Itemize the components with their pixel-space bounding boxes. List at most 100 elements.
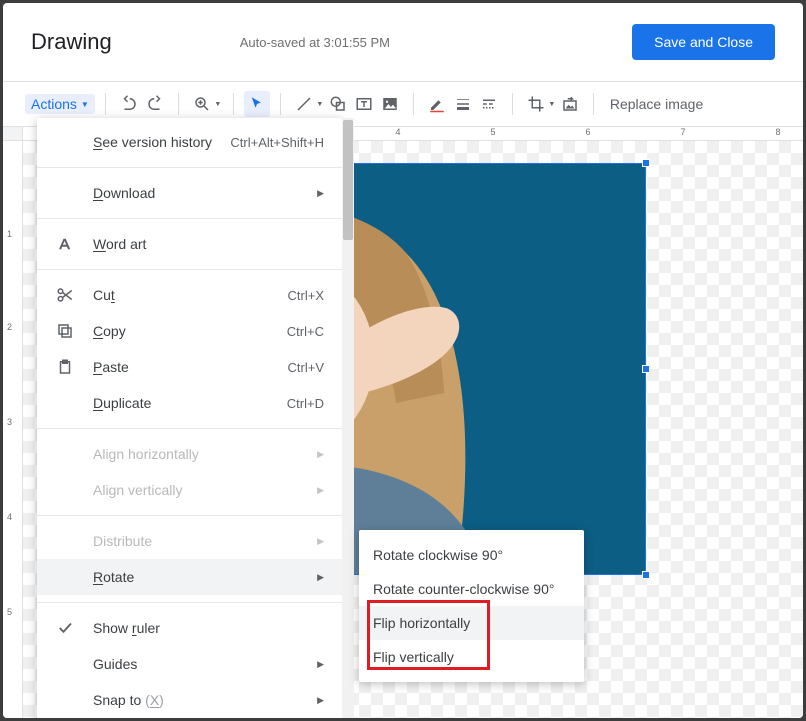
ruler-corner [3,127,23,141]
toolbar-separator [512,93,513,115]
submenu-arrow-icon: ▶ [317,572,324,583]
menu-separator [37,515,342,516]
border-weight-icon[interactable] [450,91,476,117]
ruler-tick: 3 [7,417,12,427]
menu-word-art[interactable]: Word art [37,226,342,262]
menu-download[interactable]: Download ▶ [37,175,342,211]
actions-menu: See version history Ctrl+Alt+Shift+H Dow… [37,118,342,718]
scissors-icon [55,285,75,305]
dialog-header: Drawing Auto-saved at 3:01:55 PM Save an… [3,3,803,81]
toolbar-separator [178,93,179,115]
submenu-arrow-icon: ▶ [317,449,324,460]
menu-label: Guides [93,656,137,672]
menu-version-history[interactable]: See version history Ctrl+Alt+Shift+H [37,124,342,160]
menu-separator [37,218,342,219]
select-tool-icon[interactable] [244,91,270,117]
submenu-rotate-cw[interactable]: Rotate clockwise 90° [359,538,584,572]
save-and-close-button[interactable]: Save and Close [632,24,775,60]
ruler-tick: 2 [7,322,12,332]
replace-image-button[interactable]: Replace image [610,96,703,112]
submenu-arrow-icon: ▶ [317,536,324,547]
dialog-title: Drawing [31,29,112,55]
menu-separator [37,602,342,603]
menu-label: Duplicate [93,395,151,411]
menu-label: Paste [93,359,129,375]
menu-distribute: Distribute ▶ [37,523,342,559]
zoom-icon[interactable] [189,91,215,117]
ruler-tick: 8 [775,127,780,137]
ruler-tick: 6 [585,127,590,137]
word-art-icon [55,234,75,254]
menu-label: Align vertically [93,482,182,498]
menu-label: See version history [93,134,212,150]
menu-label: Rotate [93,569,134,585]
menu-label: Word art [93,236,146,252]
submenu-arrow-icon: ▶ [317,695,324,706]
menu-label: Snap to (X) [93,692,164,708]
chevron-down-icon: ▼ [81,100,89,109]
autosave-status: Auto-saved at 3:01:55 PM [240,35,390,50]
rotate-submenu: Rotate clockwise 90° Rotate counter-cloc… [359,530,584,682]
toolbar-separator [233,93,234,115]
submenu-flip-horizontally[interactable]: Flip horizontally [359,606,584,640]
resize-handle-tr[interactable] [642,159,650,167]
undo-icon[interactable] [116,91,142,117]
paste-icon [55,357,75,377]
drawing-dialog: Drawing Auto-saved at 3:01:55 PM Save an… [3,3,803,718]
textbox-tool-icon[interactable] [351,91,377,117]
menu-label: Cut [93,287,115,303]
replace-image-icon[interactable] [557,91,583,117]
menu-guides[interactable]: Guides ▶ [37,646,342,682]
submenu-arrow-icon: ▶ [317,659,324,670]
shortcut: Ctrl+X [288,288,324,303]
resize-handle-br[interactable] [642,571,650,579]
menu-label: Copy [93,323,126,339]
toolbar-separator [280,93,281,115]
actions-label: Actions [31,96,77,112]
chevron-down-icon[interactable]: ▼ [547,101,557,108]
menu-copy[interactable]: Copy Ctrl+C [37,313,342,349]
chevron-down-icon[interactable]: ▼ [213,101,223,108]
ruler-tick: 4 [395,127,400,137]
menu-separator [37,269,342,270]
submenu-arrow-icon: ▶ [317,485,324,496]
scrollbar-thumb[interactable] [343,120,353,240]
ruler-tick: 1 [7,229,12,239]
toolbar-separator [593,93,594,115]
menu-snap-to[interactable]: Snap to (X) ▶ [37,682,342,718]
menu-duplicate[interactable]: Duplicate Ctrl+D [37,385,342,421]
menu-scrollbar[interactable] [342,118,354,718]
crop-icon[interactable] [523,91,549,117]
ruler-tick: 4 [7,512,12,522]
resize-handle-mr[interactable] [642,365,650,373]
submenu-flip-vertically[interactable]: Flip vertically [359,640,584,674]
menu-cut[interactable]: Cut Ctrl+X [37,277,342,313]
menu-paste[interactable]: Paste Ctrl+V [37,349,342,385]
check-icon [55,618,75,638]
shortcut: Ctrl+Alt+Shift+H [230,135,324,150]
actions-menu-button[interactable]: Actions ▼ [25,94,95,114]
menu-label: Show ruler [93,620,160,636]
chevron-down-icon[interactable]: ▼ [315,101,325,108]
menu-align-vertically: Align vertically ▶ [37,472,342,508]
toolbar-separator [105,93,106,115]
border-dash-icon[interactable] [476,91,502,117]
submenu-rotate-ccw[interactable]: Rotate counter-clockwise 90° [359,572,584,606]
menu-label: Distribute [93,533,152,549]
shortcut: Ctrl+C [287,324,324,339]
menu-label: Download [93,185,155,201]
border-color-icon[interactable] [424,91,450,117]
ruler-tick: 5 [7,607,12,617]
menu-rotate[interactable]: Rotate ▶ [37,559,342,595]
shortcut: Ctrl+D [287,396,324,411]
submenu-arrow-icon: ▶ [317,188,324,199]
shape-tool-icon[interactable] [325,91,351,117]
menu-separator [37,428,342,429]
redo-icon[interactable] [142,91,168,117]
menu-separator [37,167,342,168]
menu-align-horizontally: Align horizontally ▶ [37,436,342,472]
ruler-vertical: 1 2 3 4 5 [3,141,23,718]
image-tool-icon[interactable] [377,91,403,117]
menu-show-ruler[interactable]: Show ruler [37,610,342,646]
line-tool-icon[interactable] [291,91,317,117]
